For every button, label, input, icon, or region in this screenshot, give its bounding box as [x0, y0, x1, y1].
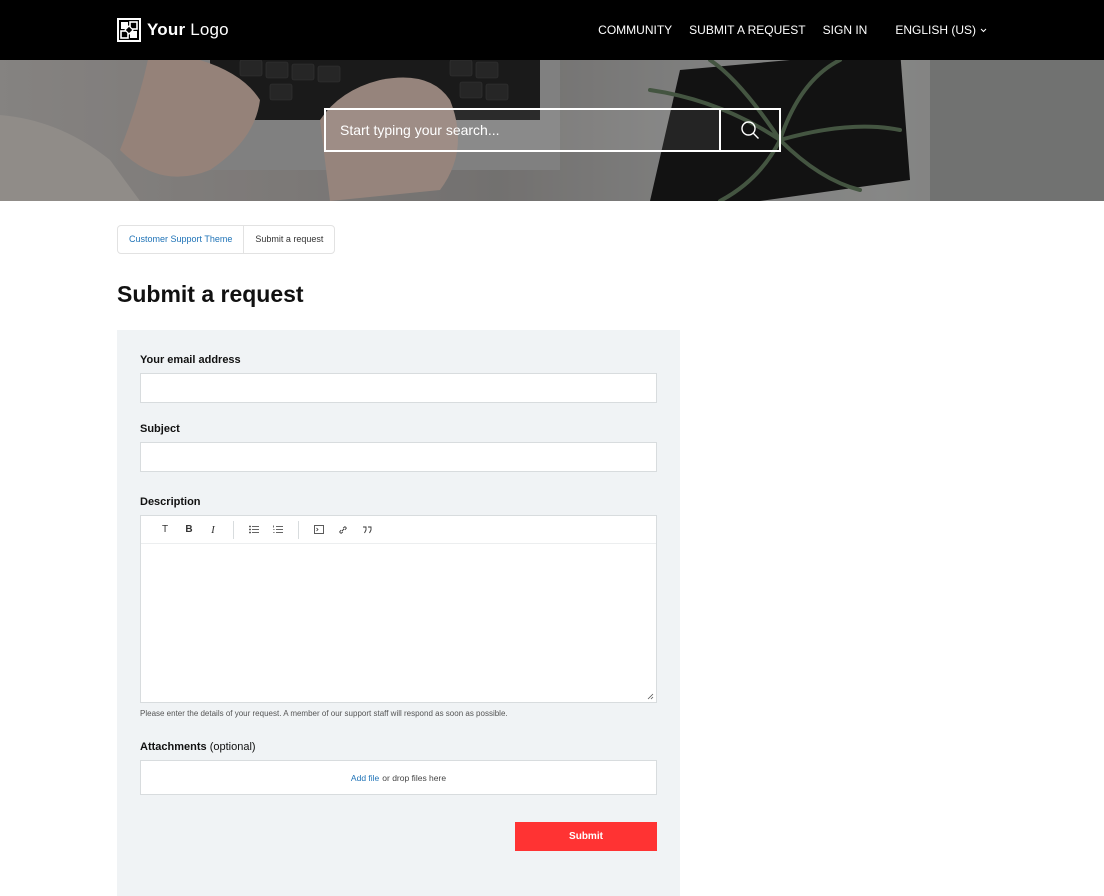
- language-label: ENGLISH (US): [895, 23, 976, 37]
- search-input[interactable]: [326, 110, 719, 150]
- email-field[interactable]: [140, 373, 657, 403]
- request-form: Your email address Subject Description T…: [117, 330, 680, 896]
- logo-text-bold: Your: [147, 19, 186, 39]
- bold-icon[interactable]: B: [177, 518, 201, 542]
- drop-files-text: or drop files here: [382, 772, 447, 783]
- description-editor: T B I: [140, 515, 657, 703]
- subject-input[interactable]: [141, 443, 656, 471]
- editor-toolbar: T B I: [141, 516, 656, 544]
- breadcrumb-link-home[interactable]: Customer Support Theme: [118, 226, 245, 253]
- italic-icon[interactable]: I: [201, 518, 225, 542]
- resize-handle-icon[interactable]: [647, 693, 654, 700]
- hero-banner: [0, 60, 1104, 201]
- description-hint: Please enter the details of your request…: [140, 709, 508, 718]
- logo-mark-icon: [117, 17, 141, 42]
- description-label: Description: [140, 496, 201, 508]
- logo-text-light: Logo: [190, 19, 229, 39]
- attachments-optional: (optional): [209, 741, 256, 753]
- top-navigation-bar: Your Logo COMMUNITY SUBMIT A REQUEST SIG…: [0, 0, 1104, 60]
- search-bar: [324, 108, 781, 152]
- chevron-down-icon: [980, 28, 987, 32]
- link-icon[interactable]: [331, 518, 355, 542]
- code-block-icon[interactable]: [307, 518, 331, 542]
- attachments-label: Attachments (optional): [140, 741, 256, 753]
- add-file-link[interactable]: Add file: [351, 773, 379, 783]
- logo[interactable]: Your Logo: [117, 17, 229, 42]
- toolbar-divider: [298, 520, 299, 539]
- email-input[interactable]: [141, 374, 656, 402]
- search-icon: [741, 121, 759, 139]
- subject-field[interactable]: [140, 442, 657, 472]
- nav-community-link[interactable]: COMMUNITY: [598, 23, 672, 37]
- attachments-label-text: Attachments: [140, 741, 207, 753]
- nav-submit-request-link[interactable]: SUBMIT A REQUEST: [689, 23, 805, 37]
- attachments-dropzone[interactable]: Add file or drop files here: [140, 760, 657, 795]
- quote-icon[interactable]: [355, 518, 379, 542]
- main-nav: COMMUNITY SUBMIT A REQUEST SIGN IN ENGLI…: [581, 0, 987, 60]
- logo-text: Your Logo: [147, 20, 229, 40]
- bullet-list-icon[interactable]: [242, 518, 266, 542]
- email-label: Your email address: [140, 354, 241, 366]
- subject-label: Subject: [140, 423, 180, 435]
- breadcrumb: Customer Support Theme Submit a request: [117, 225, 336, 254]
- numbered-list-icon[interactable]: [266, 518, 290, 542]
- toolbar-divider: [233, 520, 234, 539]
- text-format-icon[interactable]: T: [153, 518, 177, 542]
- breadcrumb-current: Submit a request: [255, 234, 324, 244]
- search-button[interactable]: [719, 110, 779, 150]
- description-textarea[interactable]: [141, 544, 656, 702]
- language-selector[interactable]: ENGLISH (US): [895, 23, 987, 37]
- submit-button[interactable]: Submit: [515, 822, 657, 851]
- nav-sign-in-link[interactable]: SIGN IN: [823, 23, 868, 37]
- page-title: Submit a request: [117, 281, 304, 307]
